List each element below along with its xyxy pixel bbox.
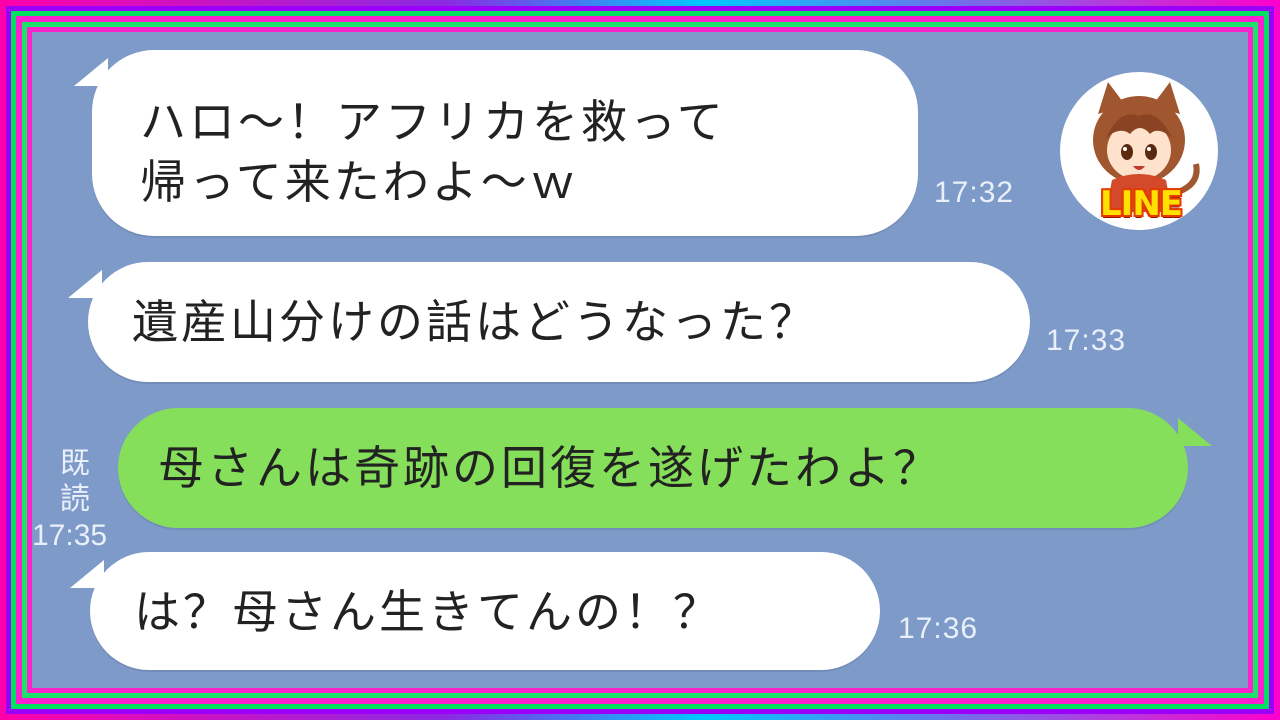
read-label: 既読 [60,447,90,516]
message-text: ハロ〜！アフリカを救って [140,95,726,149]
message-text: 帰って来たわよ〜ｗ [140,155,579,209]
message-timestamp: 17:36 [898,612,979,645]
bubble-tail [1178,418,1212,446]
message-text: 遺産山分けの話はどうなった？ [132,295,818,349]
message-bubble-incoming[interactable]: ハロ〜！アフリカを救って 帰って来たわよ〜ｗ [92,50,918,236]
read-receipt: 既読 17:35 [32,446,108,554]
message-text: は？母さん生きてんの！？ [134,585,722,639]
chat-area[interactable]: ハロ〜！アフリカを救って 帰って来たわよ〜ｗ 17:32 遺産山分けの話はどうな… [32,32,1248,688]
line-logo-badge: LINE [1100,184,1183,224]
character-avatar-icon[interactable]: LINE [1060,72,1218,230]
message-bubble-outgoing[interactable]: 母さんは奇跡の回復を遂げたわよ？ [118,408,1188,528]
message-bubble-incoming[interactable]: 遺産山分けの話はどうなった？ [88,262,1030,382]
message-text: 母さんは奇跡の回復を遂げたわよ？ [158,441,942,495]
message-timestamp: 17:32 [934,176,1015,209]
message-bubble-incoming[interactable]: は？母さん生きてんの！？ [90,552,880,670]
message-timestamp: 17:33 [1046,324,1127,357]
message-timestamp: 17:35 [32,519,108,552]
